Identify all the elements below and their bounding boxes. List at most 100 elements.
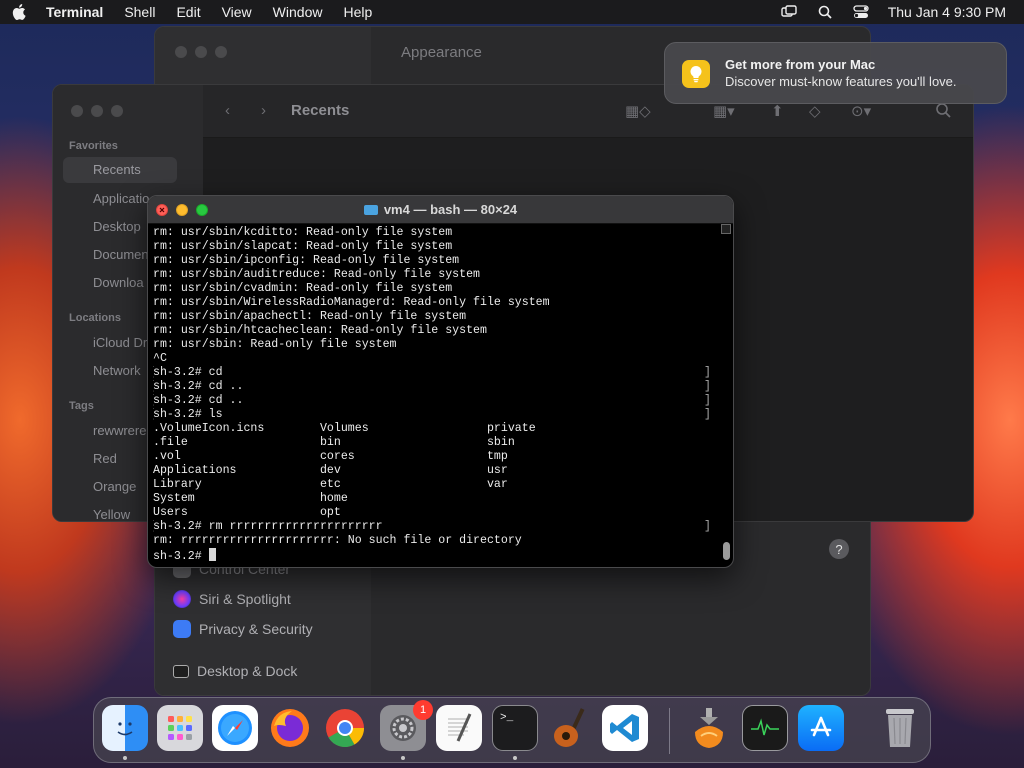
dock-terminal-running [513,756,517,760]
terminal-line-text: rm: usr/sbin/WirelessRadioManagerd: Read… [153,296,550,309]
terminal-line-text: rm: rrrrrrrrrrrrrrrrrrrrrr: No such file… [153,534,522,547]
terminal-line-text: ^C [153,352,167,365]
search-icon[interactable] [935,102,951,122]
terminal-line: Library etc var [153,478,713,492]
terminal-line-text: rm: usr/sbin/slapcat: Read-only file sys… [153,240,453,253]
view-grid-icon[interactable]: ▦◇ [625,102,651,120]
dock-safari-icon[interactable] [212,705,258,751]
dock-finder-icon[interactable] [102,705,148,751]
menu-view[interactable]: View [222,4,252,20]
control-center-icon[interactable] [852,4,870,20]
settings-item-desktop-dock[interactable]: Desktop & Dock [173,663,297,679]
dock-garageband-icon[interactable] [547,705,593,751]
terminal-line-text: System home [153,492,348,505]
dock: 1 >_ [93,697,931,763]
dock-separator [669,708,670,754]
tag-icon[interactable]: ◇ [809,102,821,120]
terminal-line: rm: usr/sbin: Read-only file system [153,338,713,352]
line-bracket-left: [ [153,380,155,394]
menu-help[interactable]: Help [343,4,372,20]
terminal-line: System home [153,492,713,506]
menu-window[interactable]: Window [273,4,323,20]
terminal-line: .VolumeIcon.icns Volumes private [153,422,713,436]
terminal-line: Users opt [153,506,713,520]
apple-menu-icon[interactable] [12,4,30,20]
terminal-line: rm: usr/sbin/WirelessRadioManagerd: Read… [153,296,713,310]
terminal-line-text: rm: usr/sbin/cvadmin: Read-only file sys… [153,282,453,295]
terminal-line-text: rm: usr/sbin/auditreduce: Read-only file… [153,268,480,281]
terminal-line-text: rm: usr/sbin/htcacheclean: Read-only fil… [153,324,487,337]
notification-body: Discover must-know features you'll love. [725,74,957,89]
share-icon[interactable]: ⬆ [771,102,784,120]
terminal-titlebar[interactable]: vm4 — bash — 80×24 [148,196,733,224]
line-bracket-right: ] [704,366,711,379]
settings-item-siri-spotlight[interactable]: Siri & Spotlight [173,590,291,608]
menu-shell[interactable]: Shell [124,4,155,20]
notification-banner[interactable]: Get more from your Mac Discover must-kno… [664,42,1007,104]
terminal-title: vm4 — bash — 80×24 [148,202,733,217]
finder-sidebar-desktop[interactable]: Desktop [93,219,141,234]
terminal-line: .file bin sbin [153,436,713,450]
finder-tag-rewwrere[interactable]: rewwrere [93,423,146,438]
line-bracket-right: ] [704,520,711,533]
group-by-icon[interactable]: ▦▾ [713,102,735,120]
dock-chrome-icon[interactable] [322,705,368,751]
terminal-scrollbar[interactable] [721,224,731,564]
dock-vscode-icon[interactable] [602,705,648,751]
dock-trash-icon[interactable] [877,705,923,751]
siri-icon [173,590,191,608]
terminal-line: rm: usr/sbin/auditreduce: Read-only file… [153,268,713,282]
terminal-line: sh-3.2# cd ..[] [153,380,713,394]
scrollbar-thumb[interactable] [723,542,730,560]
dock-launchpad-icon[interactable] [157,705,203,751]
dock-terminal-icon[interactable]: >_ [492,705,538,751]
menubar-clock[interactable]: Thu Jan 4 9:30 PM [888,4,1006,20]
scroll-split-icon[interactable] [721,224,731,234]
terminal-line-text: rm: usr/sbin/kcditto: Read-only file sys… [153,226,453,239]
terminal-line: rm: usr/sbin/ipconfig: Read-only file sy… [153,254,713,268]
notification-title: Get more from your Mac [725,57,876,72]
terminal-output[interactable]: rm: usr/sbin/kcditto: Read-only file sys… [153,226,713,562]
dock-system-settings-icon[interactable]: 1 [380,700,433,751]
line-bracket-right: ] [704,394,711,407]
desktop-dock-icon [173,664,189,678]
menu-edit[interactable]: Edit [176,4,200,20]
terminal-line: rm: usr/sbin/slapcat: Read-only file sys… [153,240,713,254]
terminal-line: ^C [153,352,713,366]
finder-sidebar-recents[interactable]: Recents [63,157,177,183]
settings-item-privacy-security[interactable]: Privacy & Security [173,620,313,638]
finder-sidebar-documents[interactable]: Documen [93,247,149,262]
terminal-window[interactable]: vm4 — bash — 80×24 rm: usr/sbin/kcditto:… [147,195,734,568]
terminal-line-text: Users opt [153,506,341,519]
dock-app-store-icon[interactable] [798,705,844,751]
terminal-line: rm: usr/sbin/apachectl: Read-only file s… [153,310,713,324]
settings-window-controls [175,46,227,58]
dock-activity-monitor-icon[interactable] [742,705,788,751]
forward-chevron-icon[interactable]: › [261,102,266,119]
line-bracket-left: [ [153,520,155,534]
dock-firefox-icon[interactable] [267,705,313,751]
line-bracket-right: ] [704,408,711,421]
finder-tag-orange[interactable]: Orange [93,479,136,494]
help-button[interactable]: ? [829,539,849,559]
back-chevron-icon[interactable]: ‹ [225,102,230,119]
terminal-line-text: .file bin sbin [153,436,515,449]
finder-sidebar-icloud[interactable]: iCloud Dr [93,335,147,350]
terminal-line-text: sh-3.2# ls [153,408,223,421]
finder-title: Recents [291,102,350,119]
screen-mirroring-icon[interactable] [780,4,798,20]
finder-sidebar-applications[interactable]: Applicatio [93,191,149,206]
finder-sidebar-network[interactable]: Network [93,363,141,378]
terminal-line-text: .VolumeIcon.icns Volumes private [153,422,536,435]
dock-finder-running [123,756,127,760]
more-actions-icon[interactable]: ⊙▾ [851,102,871,120]
menu-app-terminal[interactable]: Terminal [46,4,103,20]
finder-sidebar-downloads[interactable]: Downloa [93,275,144,290]
line-bracket-left: [ [153,408,155,422]
finder-tag-red[interactable]: Red [93,451,117,466]
finder-tag-yellow[interactable]: Yellow [93,507,130,521]
dock-textedit-icon[interactable] [436,705,482,751]
terminal-line-text: Applications dev usr [153,464,508,477]
spotlight-search-icon[interactable] [816,4,834,20]
dock-installer-icon[interactable] [686,705,732,751]
